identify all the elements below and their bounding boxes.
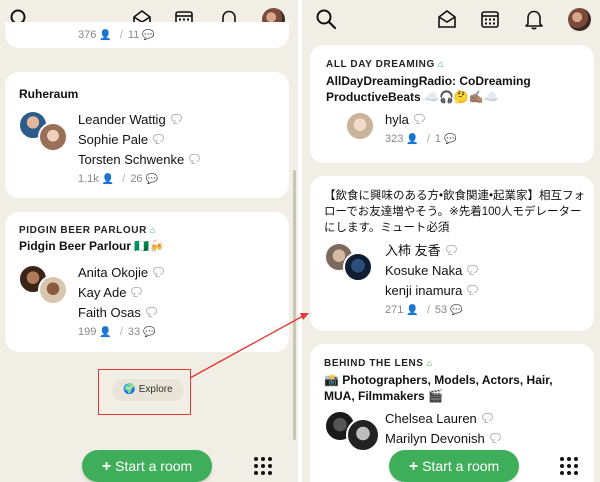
plus-icon: + [101,458,112,475]
chat-count: 53 [434,304,448,316]
people-count: 376 [78,29,97,41]
chat-count: 1 [434,133,441,145]
annotation-highlight-box [98,369,191,415]
speaker-name: Torsten Schwenke [78,150,201,170]
chat-bubble-icon [189,154,201,162]
room-title: 【飲食に興味のある方•飲食関連•起業家】相互フォローでお友達増やそう。※先着10… [324,190,586,234]
chat-bubble-icon: 💬 [143,327,156,338]
room-stats: 199 👤 / 33 💬 [78,323,164,341]
chat-bubble-icon [467,285,479,293]
room-title: Pidgin Beer Parlour 🇳🇬🍻 [19,239,165,253]
house-icon: ⌂ [426,358,433,368]
chat-bubble-icon: 💬 [145,174,159,185]
room-stats: 271 👤 / 53 💬 [385,301,478,319]
grid-dots-icon[interactable] [560,457,578,475]
chat-bubble-icon [489,433,501,441]
person-icon: 👤 [99,327,112,338]
speaker-list: Leander Wattig Sophie Pale Torsten Schwe… [78,110,201,188]
chat-bubble-icon [153,134,165,142]
calendar-icon[interactable] [479,8,501,30]
people-count: 271 [385,304,404,316]
search-icon[interactable] [315,8,337,30]
right-screen: ALL DAY DREAMING ⌂ AllDayDreamingRadio: C… [302,0,600,482]
bell-icon[interactable] [523,8,545,30]
people-count: 1.1k [78,173,99,185]
chat-bubble-icon [445,245,457,253]
room-card-partial[interactable]: 376 👤 / 11 💬 [5,22,289,48]
profile-avatar[interactable] [568,8,591,31]
room-card-ruheraum[interactable]: Ruheraum Leander Wattig Sophie Pale Tors… [5,72,289,198]
person-icon: 👤 [406,305,419,316]
chat-count: 11 [127,29,140,41]
start-room-button[interactable]: + Start a room [389,450,519,482]
start-room-button[interactable]: + Start a room [82,450,212,482]
speaker-name: Faith Osas [78,303,164,323]
speaker-name: Sophie Pale [78,130,200,150]
room-card-all-day-dreaming[interactable]: ALL DAY DREAMING ⌂ AllDayDreamingRadio: C… [310,45,594,163]
speaker-name: Anita Okojie [78,263,165,283]
chat-bubble-icon [145,307,157,315]
people-count: 199 [78,326,97,338]
chat-bubble-icon: 💬 [450,305,463,316]
stats-separator: / [122,173,126,185]
envelope-icon[interactable] [436,8,458,30]
stats-separator: / [119,29,123,41]
speaker-name: hyla [385,110,459,130]
chat-bubble-icon [153,267,165,275]
speaker-avatar [345,111,375,141]
room-stats: 323 👤 / 1 💬 [385,130,459,148]
plus-icon: + [408,458,419,475]
chat-bubble-icon: 💬 [444,134,457,145]
house-icon: ⌂ [437,59,444,69]
grid-dots-icon[interactable] [254,457,272,475]
room-title: AllDayDreamingRadio: CoDreaming Producti… [326,74,531,104]
stats-separator: / [426,133,430,145]
speaker-list: Chelsea Lauren Marilyn Devonish [385,409,501,449]
speaker-avatar [343,252,373,282]
speaker-name: Leander Wattig [78,110,200,130]
stats-separator: / [119,326,123,338]
speaker-list: Anita Okojie Kay Ade Faith Osas 199 👤 / 33 💬 [78,263,165,341]
speaker-name: 入柿 友香 [385,241,478,261]
chat-count: 26 [130,173,143,185]
chat-bubble-icon [170,114,182,122]
speaker-avatar [38,122,68,152]
club-tag: PIDGIN BEER PARLOUR ⌂ [19,225,156,236]
speaker-name: kenji inamura [385,281,479,301]
chat-count: 33 [127,326,141,338]
speaker-name: Kosuke Naka [385,261,479,281]
room-title: 📸 Photographers, Models, Actors, Hair, M… [324,373,553,403]
room-card-food-business[interactable]: 【飲食に興味のある方•飲食関連•起業家】相互フォローでお友達増やそう。※先着10… [310,176,594,331]
house-icon: ⌂ [149,225,156,235]
club-tag: BEHIND THE LENS ⌂ [324,358,433,369]
room-title: Ruheraum [19,87,79,101]
speaker-list: hyla 323 👤 / 1 💬 [385,110,459,148]
people-count: 323 [385,133,404,145]
chat-bubble-icon [467,265,479,273]
scrollbar[interactable] [293,170,296,440]
chat-bubble-icon [131,287,143,295]
speaker-list: 入柿 友香 Kosuke Naka kenji inamura 271 👤 / 53 💬 [385,241,479,319]
chat-bubble-icon [413,114,425,122]
chat-bubble-icon [481,413,493,421]
speaker-name: Kay Ade [78,283,164,303]
top-bar [302,0,600,38]
person-icon: 👤 [406,134,419,145]
person-icon: 👤 [101,174,115,185]
person-icon: 👤 [99,30,112,41]
speaker-avatar [346,418,380,452]
speaker-name: Marilyn Devonish [385,429,501,449]
room-card-pidgin-beer-parlour[interactable]: PIDGIN BEER PARLOUR ⌂ Pidgin Beer Parlour… [5,212,289,352]
room-stats: 376 👤 / 11 💬 [78,28,158,42]
club-tag: ALL DAY DREAMING ⌂ [326,59,444,70]
speaker-avatar [38,275,68,305]
stats-separator: / [426,304,430,316]
speaker-name: Chelsea Lauren [385,409,501,429]
chat-bubble-icon: 💬 [142,30,155,41]
room-stats: 1.1k 👤 / 26 💬 [78,170,200,188]
